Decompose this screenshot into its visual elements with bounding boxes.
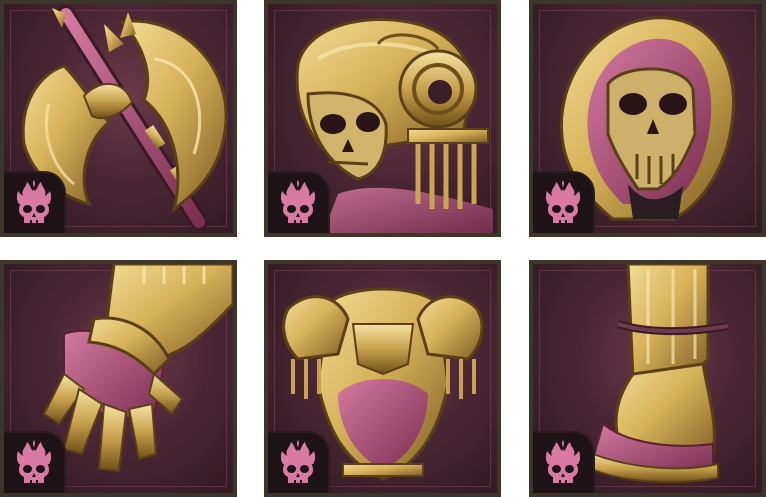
inventory-slot-gauntlet[interactable] (0, 260, 237, 497)
flaming-skull-icon (543, 179, 583, 225)
flaming-skull-icon (14, 179, 54, 225)
flaming-skull-icon (14, 439, 54, 485)
badge (533, 431, 595, 493)
flaming-skull-icon (278, 439, 318, 485)
inventory-slot-mask[interactable] (529, 0, 766, 237)
badge (268, 171, 330, 233)
inventory-slot-helm[interactable] (264, 0, 501, 237)
flaming-skull-icon (278, 179, 318, 225)
badge (268, 431, 330, 493)
inventory-grid (0, 0, 766, 497)
inventory-slot-chest[interactable] (264, 260, 501, 497)
inventory-slot-axe[interactable] (0, 0, 237, 237)
badge (4, 431, 66, 493)
flaming-skull-icon (543, 439, 583, 485)
inventory-slot-boots[interactable] (529, 260, 766, 497)
badge (533, 171, 595, 233)
badge (4, 171, 66, 233)
